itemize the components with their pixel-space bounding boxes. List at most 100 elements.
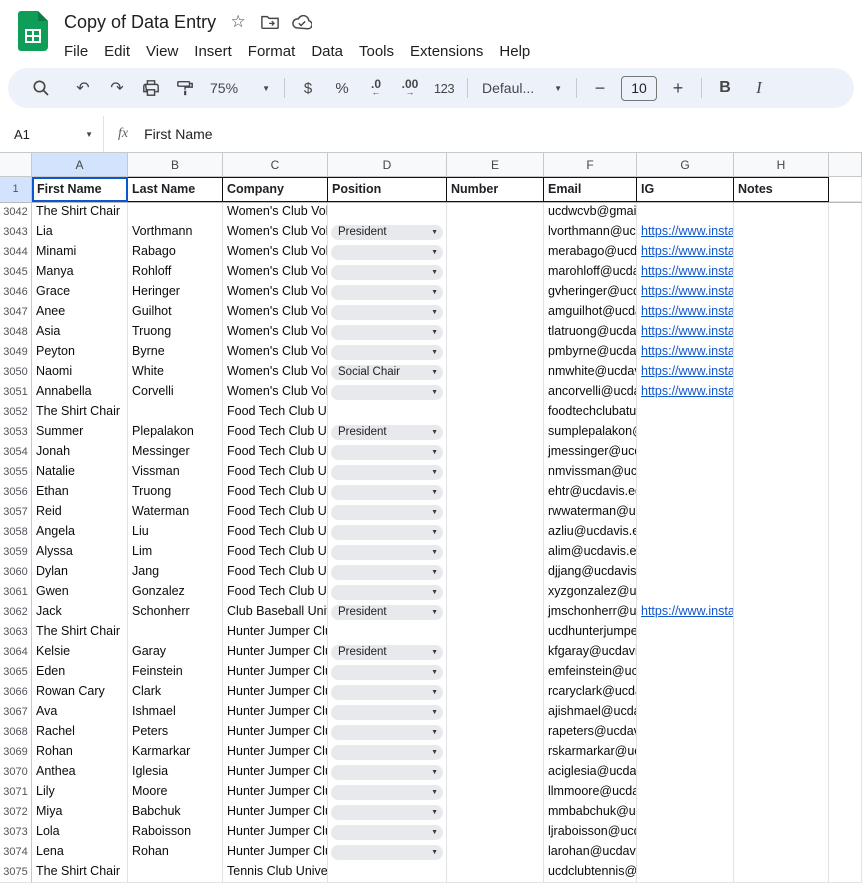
ig-link[interactable]: https://www.insta: [641, 324, 733, 338]
format-percent-button[interactable]: %: [325, 74, 359, 102]
cell-ig[interactable]: [637, 442, 734, 463]
cell-overflow[interactable]: [829, 202, 862, 223]
cell-position[interactable]: ▼: [328, 482, 447, 503]
cell-number[interactable]: [447, 522, 544, 543]
cell-last-name[interactable]: Karmarkar: [128, 742, 223, 763]
position-dropdown[interactable]: ▼: [331, 724, 443, 740]
cell-position[interactable]: ▼: [328, 302, 447, 323]
cell-position[interactable]: ▼: [328, 762, 447, 783]
cell-overflow[interactable]: [829, 542, 862, 563]
cell-overflow[interactable]: [829, 742, 862, 763]
cell-email[interactable]: djjang@ucdavis.: [544, 562, 637, 583]
ig-link[interactable]: https://www.insta: [641, 344, 733, 358]
cell-first-name[interactable]: Summer: [32, 422, 128, 443]
cell-overflow[interactable]: [829, 582, 862, 603]
cell-position[interactable]: ▼: [328, 542, 447, 563]
cell-email[interactable]: marohloff@ucda: [544, 262, 637, 283]
cell-overflow[interactable]: [829, 702, 862, 723]
cell-number[interactable]: [447, 862, 544, 883]
cell-position[interactable]: ▼: [328, 582, 447, 603]
cell-company[interactable]: Food Tech Club Ur: [223, 402, 328, 423]
cell-ig[interactable]: [637, 802, 734, 823]
row-header-3053[interactable]: 3053: [0, 422, 32, 443]
cell-overflow[interactable]: [829, 602, 862, 623]
cell-last-name[interactable]: Peters: [128, 722, 223, 743]
cell-first-name[interactable]: The Shirt Chair: [32, 622, 128, 643]
row-header-3057[interactable]: 3057: [0, 502, 32, 523]
cell-last-name[interactable]: Truong: [128, 322, 223, 343]
cell-number[interactable]: [447, 402, 544, 423]
ig-link[interactable]: https://www.insta: [641, 364, 733, 378]
row-header-3051[interactable]: 3051: [0, 382, 32, 403]
cell-last-name[interactable]: [128, 622, 223, 643]
cell-company[interactable]: Food Tech Club Ur: [223, 482, 328, 503]
position-dropdown[interactable]: ▼: [331, 484, 443, 500]
cell-company[interactable]: Hunter Jumper Clu: [223, 802, 328, 823]
cell-position[interactable]: ▼: [328, 802, 447, 823]
menu-tools[interactable]: Tools: [351, 40, 402, 63]
cell-email[interactable]: merabago@ucda: [544, 242, 637, 263]
cell-first-name[interactable]: Angela: [32, 522, 128, 543]
header-cell-number[interactable]: Number: [447, 177, 544, 202]
cell-company[interactable]: Food Tech Club Ur: [223, 422, 328, 443]
header-cell-first-name[interactable]: First Name: [32, 177, 128, 202]
cell-company[interactable]: Hunter Jumper Clu: [223, 722, 328, 743]
cell-first-name[interactable]: Jack: [32, 602, 128, 623]
row-header-3067[interactable]: 3067: [0, 702, 32, 723]
cell-last-name[interactable]: Guilhot: [128, 302, 223, 323]
cell-last-name[interactable]: Plepalakon: [128, 422, 223, 443]
cell-position[interactable]: Social Chair ▼: [328, 362, 447, 383]
cell-last-name[interactable]: Rohloff: [128, 262, 223, 283]
cell-position[interactable]: [328, 862, 447, 883]
cell-overflow[interactable]: [829, 442, 862, 463]
cell-email[interactable]: foodtechclubatuc: [544, 402, 637, 423]
cell-number[interactable]: [447, 662, 544, 683]
cell-number[interactable]: [447, 722, 544, 743]
cell-ig[interactable]: [637, 642, 734, 663]
cell-position[interactable]: ▼: [328, 822, 447, 843]
cell-number[interactable]: [447, 602, 544, 623]
move-folder-icon[interactable]: [260, 12, 280, 32]
cell-ig[interactable]: [637, 822, 734, 843]
cell-position[interactable]: ▼: [328, 442, 447, 463]
row-header-3046[interactable]: 3046: [0, 282, 32, 303]
sheets-logo[interactable]: [14, 8, 52, 54]
cell-company[interactable]: Food Tech Club Ur: [223, 562, 328, 583]
cell-first-name[interactable]: Peyton: [32, 342, 128, 363]
cell-ig[interactable]: [637, 742, 734, 763]
cell-notes[interactable]: [734, 242, 829, 263]
cell-overflow[interactable]: [829, 262, 862, 283]
increase-font-size-button[interactable]: +: [661, 74, 695, 102]
position-dropdown[interactable]: ▼: [331, 324, 443, 340]
cell-company[interactable]: Food Tech Club Ur: [223, 522, 328, 543]
menu-data[interactable]: Data: [303, 40, 351, 63]
cell-ig[interactable]: [637, 682, 734, 703]
row-header-3063[interactable]: 3063: [0, 622, 32, 643]
cell-position[interactable]: President ▼: [328, 222, 447, 243]
cell-email[interactable]: rskarmarkar@uc: [544, 742, 637, 763]
cell-overflow[interactable]: [829, 342, 862, 363]
header-cell-email[interactable]: Email: [544, 177, 637, 202]
cell-position[interactable]: [328, 622, 447, 643]
cell-ig[interactable]: https://www.insta: [637, 602, 734, 623]
cell-position[interactable]: [328, 402, 447, 423]
cell-last-name[interactable]: Rohan: [128, 842, 223, 863]
more-formats-button[interactable]: 123: [427, 74, 461, 102]
cell-last-name[interactable]: Messinger: [128, 442, 223, 463]
cell-notes[interactable]: [734, 662, 829, 683]
cell-notes[interactable]: [734, 802, 829, 823]
cell-first-name[interactable]: Manya: [32, 262, 128, 283]
ig-link[interactable]: https://www.insta: [641, 244, 733, 258]
cell-ig[interactable]: https://www.insta: [637, 342, 734, 363]
cell-notes[interactable]: [734, 862, 829, 883]
cell-overflow[interactable]: [829, 562, 862, 583]
cell-email[interactable]: ljraboisson@ucd: [544, 822, 637, 843]
cell-notes[interactable]: [734, 762, 829, 783]
cell-number[interactable]: [447, 322, 544, 343]
cell-last-name[interactable]: Clark: [128, 682, 223, 703]
cell-email[interactable]: ehtr@ucdavis.ed: [544, 482, 637, 503]
row-header-3070[interactable]: 3070: [0, 762, 32, 783]
cell-first-name[interactable]: Grace: [32, 282, 128, 303]
cell-company[interactable]: Women's Club Voll: [223, 362, 328, 383]
cell-first-name[interactable]: The Shirt Chair: [32, 202, 128, 223]
